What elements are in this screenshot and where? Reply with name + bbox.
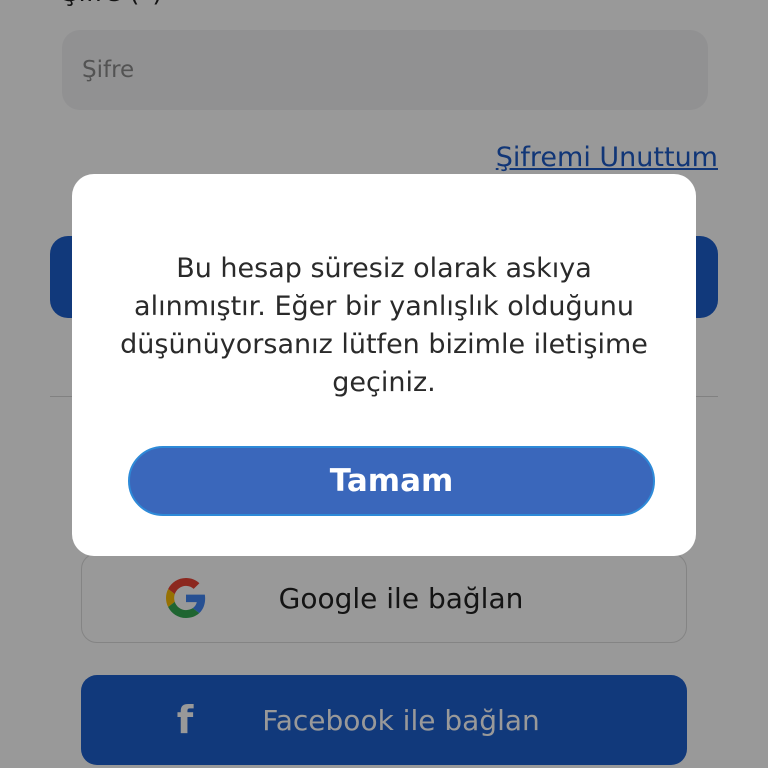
ok-button[interactable]: Tamam [128,446,655,516]
account-suspended-dialog: Bu hesap süresiz olarak askıya alınmıştı… [72,174,696,556]
dialog-message: Bu hesap süresiz olarak askıya alınmıştı… [120,253,648,398]
login-screen: Şifre (*) Şifremi Unuttum Google ile bağ… [0,0,768,768]
